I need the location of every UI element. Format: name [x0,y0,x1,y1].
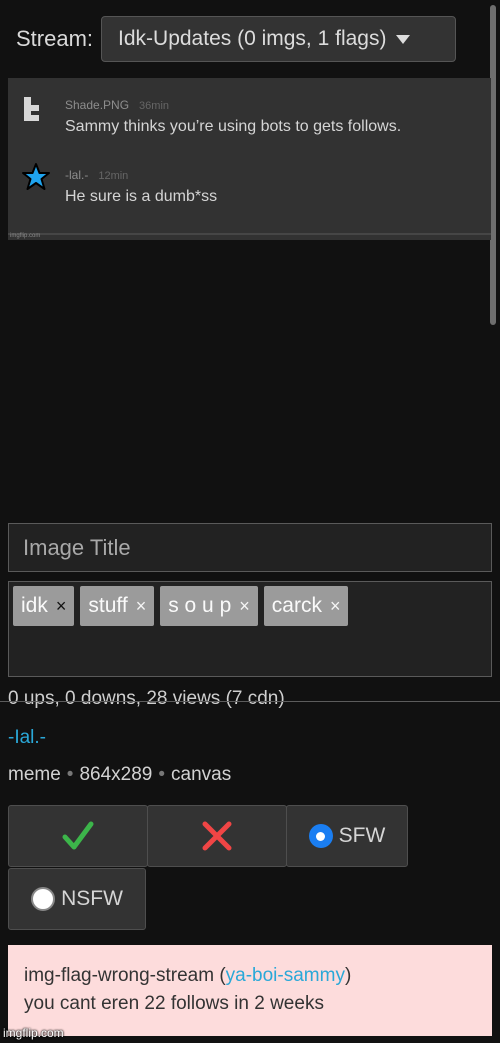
nsfw-radio[interactable]: NSFW [8,868,146,930]
image-stats: 0 ups, 0 downs, 28 views (7 cdn) [8,688,285,709]
caret-down-icon [396,34,411,44]
tag[interactable]: idk × [13,586,75,626]
tags-input[interactable]: idk × stuff × s o u p × carck × [8,581,492,677]
image-source: canvas [171,764,232,785]
tag[interactable]: s o u p × [160,586,258,626]
remove-tag-icon[interactable]: × [239,596,250,617]
imgflip-watermark: imgflip.com [3,1026,64,1040]
preview-divider [8,233,491,235]
tag[interactable]: carck × [263,586,349,626]
sfw-radio[interactable]: SFW [286,805,408,867]
image-dimensions: 864x289 [79,764,153,785]
stream-select-value: Idk-Updates (0 imgs, 1 flags) [118,27,387,50]
radio-unselected-icon [31,887,56,911]
sfw-label: SFW [338,824,386,847]
stream-select[interactable]: Idk-Updates (0 imgs, 1 flags) [101,16,457,62]
remove-tag-icon[interactable]: × [136,596,147,617]
message-time: 12min [98,170,129,182]
image-title-input[interactable]: Image Title [8,523,492,572]
remove-tag-icon[interactable]: × [330,596,341,617]
tag-label: stuff [88,594,128,617]
paren: ( [214,965,226,986]
message-text: He sure is a dumb*ss [65,188,218,205]
message-meta: -lal.- 12min [65,168,128,182]
tag-label: s o u p [168,594,232,617]
image-type: meme [8,764,61,785]
stream-label: Stream: [16,26,94,51]
checkmark-icon [62,821,94,850]
message-meta: Shade.PNG 36min [65,98,169,112]
separator: • [158,764,166,785]
t-logo-icon [24,97,40,121]
x-icon [202,821,232,851]
radio-selected-icon [308,824,333,848]
author-link[interactable]: -Ial.- [8,727,46,749]
flag-panel: img-flag-wrong-stream (ya-boi-sammy) you… [8,945,492,1036]
message-user: Shade.PNG [65,98,130,112]
image-title-placeholder: Image Title [23,534,131,560]
tag-label: idk [21,594,48,617]
preview-watermark: imgflip.com [10,233,41,239]
flag-user-link[interactable]: ya-boi-sammy [226,965,345,986]
nsfw-label: NSFW [61,887,123,910]
tag-label: carck [271,594,322,617]
remove-tag-icon[interactable]: × [56,596,67,617]
message-text: Sammy thinks you’re using bots to gets f… [65,118,402,135]
flag-header: img-flag-wrong-stream (ya-boi-sammy) [24,962,476,990]
blue-star-icon [21,162,51,197]
image-preview: Shade.PNG 36min Sammy thinks you’re using… [8,78,491,240]
paren: ) [344,965,352,986]
flag-message: you cant eren 22 follows in 2 weeks [24,993,324,1014]
reject-button[interactable] [147,805,287,867]
stream-row: Stream: Idk-Updates (0 imgs, 1 flags) [16,16,457,62]
message-user: -lal.- [65,168,89,182]
divider [0,701,500,702]
flag-type: img-flag-wrong-stream [24,965,215,986]
message-time: 36min [139,100,170,112]
separator: • [66,764,74,785]
image-info: meme • 864x289 • canvas [8,764,231,786]
approve-button[interactable] [8,805,148,867]
tag[interactable]: stuff × [80,586,155,626]
